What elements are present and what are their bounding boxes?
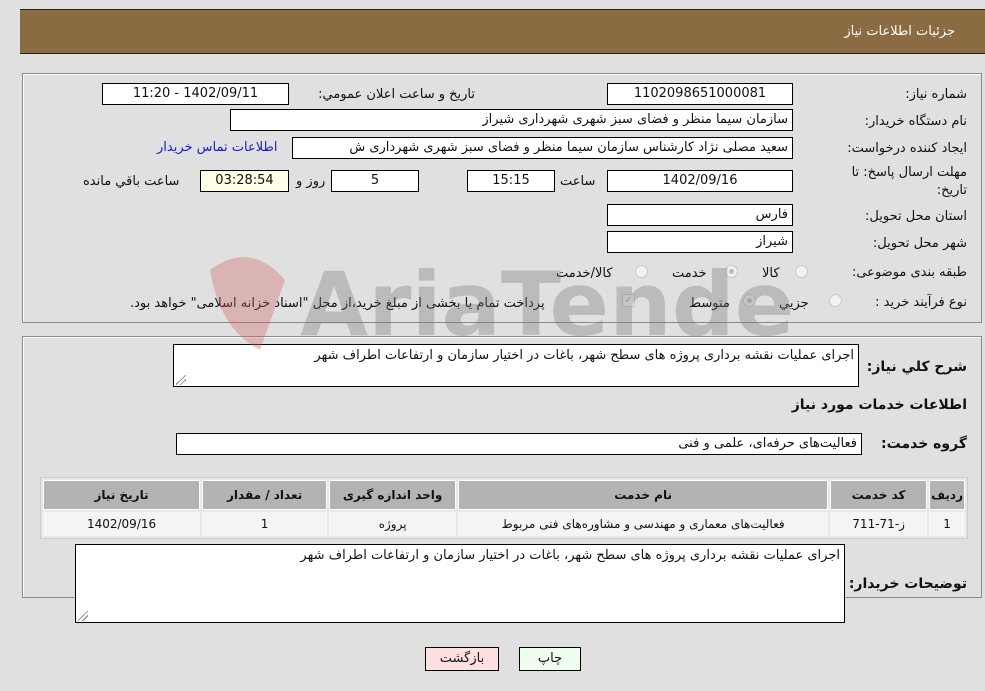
buyer-contact-link[interactable]: اطلاعات تماس خریدار (157, 140, 277, 155)
days-remaining-field[interactable]: 5 (331, 170, 419, 192)
buyer-org-label: نام دستگاه خریدار: (864, 114, 967, 129)
service-group-label: گروه خدمت: (881, 436, 967, 452)
need-number-label: شماره نیاز: (905, 87, 967, 102)
deadline-date-field[interactable]: 1402/09/16 (607, 170, 793, 192)
description-label: شرح کلي نياز: (866, 359, 967, 375)
category-radio-goods-service[interactable] (635, 265, 648, 278)
city-field[interactable]: شیراز (607, 231, 793, 253)
description-text: اجرای عملیات نقشه برداری پروژه های سطح ش… (314, 348, 854, 363)
process-option-minor: جزيي (779, 296, 809, 311)
column-header-unit: واحد اندازه گیری (329, 480, 457, 510)
services-section-title: اطلاعات خدمات مورد نیاز (791, 397, 967, 413)
service-group-field[interactable]: فعالیت‌های حرفه‌ای، علمی و فنی (176, 433, 862, 455)
deadline-time-field[interactable]: 15:15 (467, 170, 555, 192)
deadline-label: مهلت ارسال پاسخ: تا (851, 165, 967, 180)
table-row: 1 ز-71-711 فعالیت‌های معماری و مهندسی و … (43, 512, 965, 536)
description-textarea[interactable]: اجرای عملیات نقشه برداری پروژه های سطح ش… (173, 344, 859, 387)
announce-datetime-field[interactable]: 1402/09/11 - 11:20 (102, 83, 289, 105)
back-button[interactable]: بازگشت (425, 647, 499, 671)
province-field[interactable]: فارس (607, 204, 793, 226)
buyer-notes-textarea[interactable]: اجرای عملیات نقشه برداری پروژه های سطح ش… (75, 544, 845, 623)
column-header-quantity: تعداد / مقدار (202, 480, 328, 510)
cell-quantity: 1 (202, 512, 328, 536)
deadline-label-2: تاریخ: (936, 183, 967, 198)
column-header-row-number: ردیف (929, 480, 965, 510)
province-label: استان محل تحویل: (865, 209, 967, 224)
days-label: روز و (296, 174, 326, 189)
buyer-notes-text: اجرای عملیات نقشه برداری پروژه های سطح ش… (300, 548, 840, 563)
print-button[interactable]: چاپ (519, 647, 581, 671)
buyer-org-field[interactable]: سازمان سیما منظر و فضای سبز شهری شهرداری… (230, 109, 793, 131)
process-option-medium: متوسط (689, 296, 730, 311)
city-label: شهر محل تحویل: (872, 236, 967, 251)
cell-row-number: 1 (929, 512, 965, 536)
category-radio-goods[interactable] (795, 265, 808, 278)
column-header-need-date: تاریخ نیاز (43, 480, 201, 510)
page-header: جزئیات اطلاعات نیاز (20, 9, 985, 54)
category-option-goods-service: کالا/خدمت (556, 266, 613, 281)
treasury-note: پرداخت تمام یا بخشی از مبلغ خرید،از محل … (130, 296, 545, 311)
treasury-checkbox[interactable]: ✓ (622, 294, 635, 307)
cell-service-code: ز-71-711 (830, 512, 928, 536)
announce-label: تاریخ و ساعت اعلان عمومي: (318, 87, 475, 102)
remaining-label: ساعت باقي مانده (83, 174, 180, 189)
category-label: طبقه بندی موضوعی: (851, 265, 967, 280)
table-header-row: ردیف کد خدمت نام خدمت واحد اندازه گیری ت… (43, 480, 965, 510)
remaining-time-field[interactable]: 03:28:54 (200, 170, 289, 192)
hour-label: ساعت (560, 174, 596, 189)
category-option-service: خدمت (672, 266, 707, 281)
column-header-service-code: کد خدمت (830, 480, 928, 510)
cell-unit: پروژه (329, 512, 457, 536)
category-option-goods: کالا (762, 266, 780, 281)
cell-need-date: 1402/09/16 (43, 512, 201, 536)
category-radio-service[interactable] (725, 265, 738, 278)
services-table: ردیف کد خدمت نام خدمت واحد اندازه گیری ت… (40, 477, 968, 539)
creator-label: ایجاد کننده درخواست: (847, 141, 967, 156)
buyer-notes-label: توضیحات خریدار: (848, 576, 967, 592)
process-radio-minor[interactable] (829, 294, 842, 307)
process-label: نوع فرآیند خرید : (875, 295, 967, 310)
process-radio-medium[interactable] (743, 294, 756, 307)
resize-grip-icon[interactable] (176, 375, 186, 385)
column-header-service-name: نام خدمت (458, 480, 829, 510)
cell-service-name: فعالیت‌های معماری و مهندسی و مشاوره‌های … (458, 512, 829, 536)
resize-grip-icon[interactable] (78, 611, 88, 621)
page-title: جزئیات اطلاعات نیاز (844, 24, 955, 39)
creator-field[interactable]: سعید مصلی نژاد کارشناس سازمان سیما منظر … (292, 137, 793, 159)
need-number-field[interactable]: 1102098651000081 (607, 83, 793, 105)
